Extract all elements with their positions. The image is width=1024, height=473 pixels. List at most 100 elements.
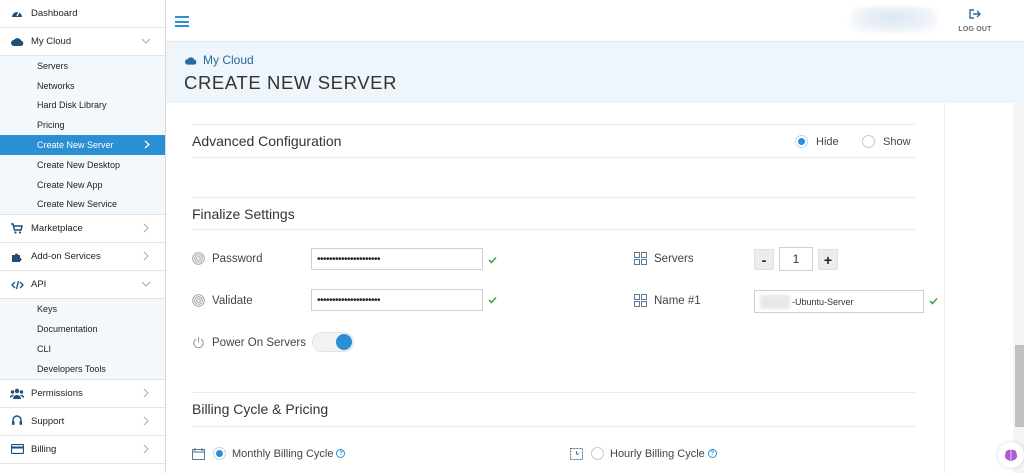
toggle-knob <box>336 334 352 350</box>
sidebar-subitem-label: Create New Server <box>37 140 114 151</box>
chevron-right-icon <box>144 140 150 149</box>
sidebar: Dashboard My Cloud Servers Networks Hard… <box>0 0 166 473</box>
sidebar-item-addon-services[interactable]: Add-on Services <box>0 243 165 272</box>
check-icon <box>488 296 497 304</box>
user-avatar[interactable] <box>850 7 938 33</box>
my-cloud-submenu: Servers Networks Hard Disk Library Prici… <box>0 56 165 216</box>
sidebar-item-label: Dashboard <box>31 8 78 19</box>
sidebar-item-api[interactable]: API <box>0 271 165 300</box>
main-content: Advanced Configuration Hide Show Finaliz… <box>166 103 944 473</box>
sidebar-item-support[interactable]: Support <box>0 408 165 436</box>
billing-cycle-header: Billing Cycle & Pricing <box>192 392 916 427</box>
brain-icon <box>1004 449 1018 461</box>
sidebar-item-label: Add-on Services <box>31 251 101 263</box>
breadcrumb-label: My Cloud <box>203 53 254 67</box>
sidebar-item-marketplace[interactable]: Marketplace <box>0 215 165 244</box>
sidebar-item-label: Support <box>31 415 65 427</box>
sidebar-subitem-servers[interactable]: Servers <box>0 56 165 76</box>
advanced-hide-option[interactable]: Hide <box>795 134 839 149</box>
sidebar-subitem-documentation[interactable]: Documentation <box>0 319 165 339</box>
servers-count-input[interactable]: 1 <box>779 247 813 271</box>
right-gutter <box>944 103 1013 473</box>
power-on-servers-label: Power On Servers <box>192 336 306 349</box>
hamburger-menu-icon[interactable] <box>175 16 189 27</box>
monthly-billing-label: Monthly Billing Cycle <box>232 447 334 460</box>
radio-monthly[interactable] <box>213 447 226 460</box>
chevron-right-icon <box>143 416 149 425</box>
sidebar-subitem-create-new-app[interactable]: Create New App <box>0 175 165 195</box>
page-header: My Cloud CREATE NEW SERVER <box>166 42 1024 103</box>
sidebar-item-dashboard[interactable]: Dashboard <box>0 0 165 28</box>
assistant-button[interactable] <box>998 442 1024 468</box>
power-icon <box>193 337 204 349</box>
check-icon <box>929 297 938 305</box>
name-1-label: Name #1 <box>634 294 701 307</box>
sidebar-subitem-create-new-desktop[interactable]: Create New Desktop <box>0 155 165 175</box>
servers-grid-icon <box>634 294 647 307</box>
scrollbar-thumb[interactable] <box>1015 345 1024 427</box>
help-icon[interactable]: ? <box>336 449 346 458</box>
topbar: LOG OUT <box>166 0 1024 42</box>
sidebar-subitem-hard-disk-library[interactable]: Hard Disk Library <box>0 96 165 116</box>
servers-decrement-button[interactable]: - <box>754 249 774 270</box>
monthly-billing-option[interactable]: Monthly Billing Cycle ? <box>192 447 346 460</box>
advanced-show-option[interactable]: Show <box>862 134 911 149</box>
password-input[interactable]: ••••••••••••••••••••• <box>311 248 483 270</box>
advanced-configuration-title: Advanced Configuration <box>192 133 342 149</box>
chevron-right-icon <box>143 252 149 261</box>
logout-label: LOG OUT <box>958 26 992 33</box>
sidebar-item-label: Permissions <box>31 387 83 399</box>
sidebar-subitem-pricing[interactable]: Pricing <box>0 115 165 135</box>
servers-label: Servers <box>634 252 694 265</box>
help-icon[interactable]: ? <box>707 449 717 458</box>
advanced-configuration-row: Advanced Configuration Hide Show <box>192 124 916 158</box>
chevron-down-icon <box>141 38 151 44</box>
logout-button[interactable]: LOG OUT <box>952 9 998 33</box>
power-on-toggle[interactable] <box>312 332 354 352</box>
headset-icon <box>10 414 24 428</box>
redacted-prefix <box>760 294 790 309</box>
chevron-right-icon <box>143 388 149 397</box>
server-name-value: -Ubuntu-Server <box>792 296 854 307</box>
sidebar-subitem-cli[interactable]: CLI <box>0 339 165 359</box>
check-icon <box>488 256 497 264</box>
sidebar-item-label: My Cloud <box>31 36 72 47</box>
radio-hourly[interactable] <box>591 447 604 460</box>
password-label: Password <box>192 252 263 265</box>
sidebar-item-permissions[interactable]: Permissions <box>0 380 165 408</box>
cloud-icon <box>10 35 24 49</box>
radio-hide-label: Hide <box>816 135 839 148</box>
fingerprint-icon <box>192 294 205 307</box>
sidebar-subitem-networks[interactable]: Networks <box>0 76 165 96</box>
sidebar-item-my-cloud[interactable]: My Cloud <box>0 28 165 56</box>
validate-label-text: Validate <box>212 294 253 307</box>
servers-grid-icon <box>634 252 647 265</box>
chevron-right-icon <box>143 224 149 233</box>
validate-input[interactable]: ••••••••••••••••••••• <box>311 289 483 311</box>
hourly-billing-option[interactable]: Hourly Billing Cycle ? <box>570 447 717 460</box>
hourly-billing-label: Hourly Billing Cycle <box>610 447 705 460</box>
radio-show[interactable] <box>862 135 875 149</box>
sidebar-subitem-keys[interactable]: Keys <box>0 299 165 319</box>
sidebar-item-label: Billing <box>31 443 57 455</box>
code-icon <box>10 278 24 292</box>
name-1-label-text: Name #1 <box>654 294 701 307</box>
clock-calendar-icon <box>570 447 583 460</box>
servers-increment-button[interactable]: + <box>818 249 838 270</box>
page-title: CREATE NEW SERVER <box>184 72 398 93</box>
sidebar-subitem-create-new-server[interactable]: Create New Server <box>0 135 165 155</box>
password-label-text: Password <box>212 252 263 265</box>
servers-label-text: Servers <box>654 252 694 265</box>
sidebar-subitem-developers-tools[interactable]: Developers Tools <box>0 359 165 379</box>
server-name-input[interactable]: -Ubuntu-Server <box>754 290 924 313</box>
radio-hide[interactable] <box>795 135 808 149</box>
sidebar-item-billing[interactable]: Billing <box>0 436 165 464</box>
users-icon <box>10 386 24 400</box>
sidebar-subitem-create-new-service[interactable]: Create New Service <box>0 195 165 215</box>
cloud-icon <box>185 56 197 65</box>
finalize-settings-title: Finalize Settings <box>192 206 295 222</box>
breadcrumb[interactable]: My Cloud <box>185 53 254 67</box>
puzzle-icon <box>10 250 24 264</box>
dashboard-icon <box>10 7 24 21</box>
power-on-servers-label-text: Power On Servers <box>212 336 306 349</box>
